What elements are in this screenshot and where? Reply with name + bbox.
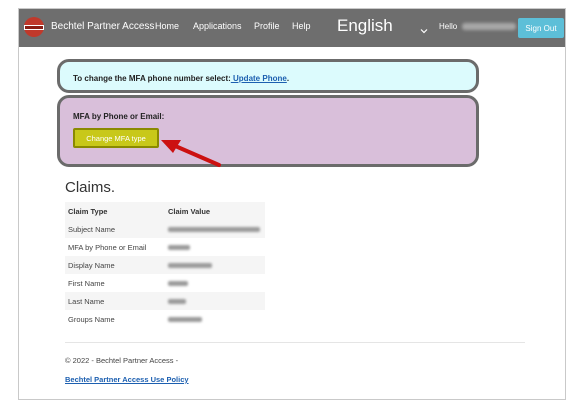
mfa-phone-suffix: . xyxy=(286,74,290,83)
table-row: Display Name xyxy=(65,256,265,274)
top-navbar: Bechtel Partner Access Home Applications… xyxy=(19,9,565,47)
claim-type-cell: Display Name xyxy=(65,256,165,274)
claim-type-cell: First Name xyxy=(68,278,105,288)
language-select[interactable]: English xyxy=(337,16,393,36)
claim-value-cell xyxy=(165,310,265,328)
claim-value-cell xyxy=(165,256,265,274)
claim-type-cell: Groups Name xyxy=(68,314,115,324)
table-row: MFA by Phone or Email xyxy=(65,238,265,256)
redacted-value xyxy=(168,299,186,305)
chevron-down-icon[interactable] xyxy=(420,22,428,34)
claims-table: Claim Type Claim Value Subject Name MFA … xyxy=(65,202,265,328)
nav-help[interactable]: Help xyxy=(292,21,311,31)
sign-out-button[interactable]: Sign Out xyxy=(518,18,564,38)
nav-profile[interactable]: Profile xyxy=(254,21,280,31)
footer-divider xyxy=(65,342,525,343)
claims-heading: Claims. xyxy=(65,179,116,196)
redacted-username xyxy=(462,23,517,31)
red-arrow-icon xyxy=(159,137,223,169)
mfa-phone-instructions: To change the MFA phone number select: U… xyxy=(73,74,289,83)
claim-type-cell: Last Name xyxy=(65,292,165,310)
nav-home[interactable]: Home xyxy=(155,21,179,31)
claim-type-cell: Subject Name xyxy=(65,220,165,238)
table-row: First Name xyxy=(65,274,265,292)
redacted-value xyxy=(168,281,188,287)
claim-value-cell xyxy=(165,220,265,238)
mfa-phone-text: To change the MFA phone number select: xyxy=(73,74,231,83)
claims-table-header: Claim Type Claim Value xyxy=(65,202,265,220)
redacted-value xyxy=(168,317,202,323)
table-row: Subject Name xyxy=(65,220,265,238)
bechtel-logo-icon[interactable] xyxy=(23,16,45,38)
claim-value-cell xyxy=(165,238,265,256)
mfa-phone-panel: To change the MFA phone number select: U… xyxy=(57,59,479,93)
header-claim-type: Claim Type xyxy=(65,202,165,220)
nav-applications[interactable]: Applications xyxy=(193,21,242,31)
table-row: Last Name xyxy=(65,292,265,310)
mfa-type-label: MFA by Phone or Email: xyxy=(73,112,165,121)
header-claim-value: Claim Value xyxy=(165,202,265,220)
hello-label: Hello xyxy=(439,22,458,31)
browser-page: Bechtel Partner Access Home Applications… xyxy=(18,8,566,400)
redacted-value xyxy=(168,227,260,233)
change-mfa-type-button[interactable]: Change MFA type xyxy=(73,128,159,148)
redacted-value xyxy=(168,245,190,251)
brand-name[interactable]: Bechtel Partner Access xyxy=(51,21,154,32)
update-phone-link[interactable]: Update Phone xyxy=(231,74,287,83)
claim-value-cell xyxy=(165,292,265,310)
table-row: Groups Name xyxy=(65,310,265,328)
footer-copyright: © 2022 - Bechtel Partner Access - xyxy=(65,356,179,365)
user-greeting: Hello xyxy=(439,22,517,31)
claim-value-cell xyxy=(165,274,265,292)
mfa-type-panel: MFA by Phone or Email: Change MFA type xyxy=(57,95,479,167)
claim-type-cell: MFA by Phone or Email xyxy=(68,242,147,252)
use-policy-link[interactable]: Bechtel Partner Access Use Policy xyxy=(65,375,189,384)
redacted-value xyxy=(168,263,212,269)
